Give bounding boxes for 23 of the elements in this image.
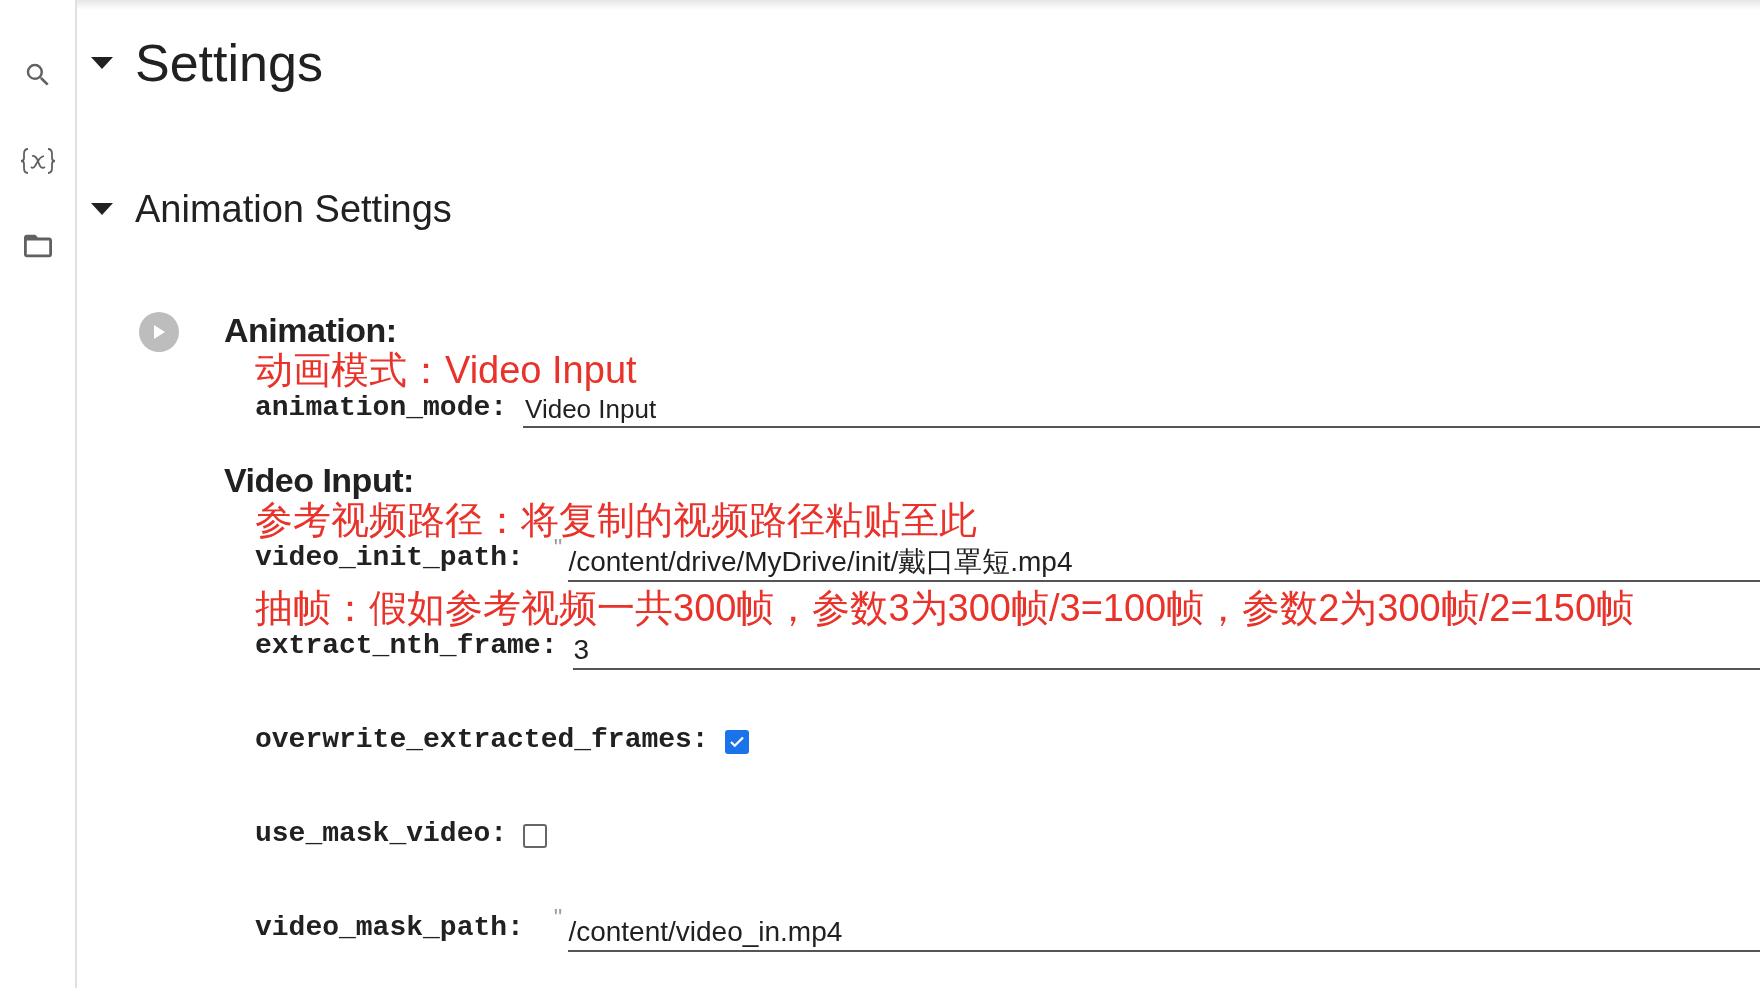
section-heading: Animation Settings xyxy=(135,187,452,232)
section-heading: Settings xyxy=(135,33,323,94)
field-label: video_init_path: xyxy=(255,542,524,574)
group-heading: Video Input: xyxy=(224,460,415,500)
checkbox[interactable] xyxy=(523,824,548,848)
collapse-toggle[interactable] xyxy=(89,55,115,71)
group-heading: Animation: xyxy=(224,310,398,350)
input-field[interactable]: 3 xyxy=(573,632,1760,670)
dropdown-field[interactable]: Video Input xyxy=(523,392,1760,428)
annotation: 动画模式：Video Input xyxy=(255,350,638,390)
input-field[interactable]: /content/drive/MyDrive/init/戴口罩短.mp4 xyxy=(568,544,1760,582)
field-label: overwrite_extracted_frames: xyxy=(255,724,709,756)
input-field[interactable]: /content/video_in.mp4 xyxy=(568,914,1760,952)
annotation: 抽帧：假如参考视频一共300帧，参数3为300帧/3=100帧，参数2为300帧/2=150帧 xyxy=(255,588,1636,628)
play-icon xyxy=(152,324,166,340)
checkbox[interactable] xyxy=(724,730,749,754)
collapse-toggle[interactable] xyxy=(89,201,115,217)
field-label: use_mask_video: xyxy=(255,818,508,850)
field-label: extract_nth_frame: xyxy=(255,630,558,662)
variables-icon[interactable] xyxy=(19,146,56,176)
quote-mark: " xyxy=(553,906,563,930)
field-label: video_mask_path: xyxy=(255,912,524,944)
field-label: animation_mode: xyxy=(255,392,508,424)
